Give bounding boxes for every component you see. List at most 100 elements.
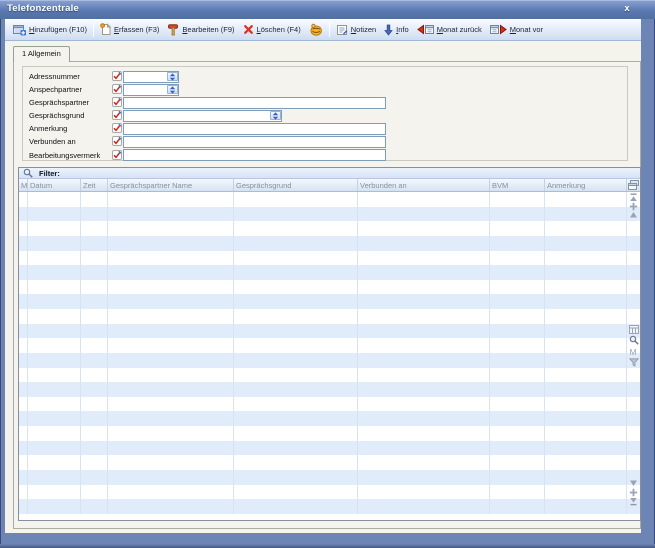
hammer-icon	[167, 23, 179, 36]
table-row[interactable]	[19, 265, 640, 280]
notes-icon	[336, 24, 348, 36]
column-divider	[489, 192, 490, 514]
goto-record-icon[interactable]: M	[628, 346, 639, 356]
table-row[interactable]	[19, 294, 640, 309]
tab-allgemein[interactable]: 1 Allgemein	[13, 46, 70, 62]
edit-check-icon[interactable]	[112, 97, 122, 107]
edit-check-icon[interactable]	[112, 71, 122, 81]
grid-header: MDatumZeitGesprächspartner NameGesprächs…	[19, 179, 640, 192]
spinner-button[interactable]	[167, 72, 178, 81]
spinner-button[interactable]	[270, 111, 281, 120]
field-label: Gesprächsgrund	[29, 111, 84, 120]
edit-check-icon[interactable]	[112, 84, 122, 94]
toolbar-button-hinzuf-gen-f10[interactable]: Hinzufügen (F10)	[9, 22, 91, 38]
table-row[interactable]	[19, 221, 640, 236]
grid-body	[19, 192, 640, 514]
table-row[interactable]	[19, 251, 640, 266]
toolbar: Hinzufügen (F10) Erfassen (F3) Bearbeiten …	[5, 19, 641, 41]
window-title: Telefonzentrale	[7, 3, 79, 14]
column-header-m[interactable]: M	[19, 179, 28, 191]
field-input-gespr-chsgrund[interactable]	[123, 110, 282, 122]
edit-check-icon[interactable]	[112, 136, 122, 146]
info-arrow-icon	[384, 24, 393, 36]
toolbar-button-notizen[interactable]: Notizen	[332, 22, 380, 38]
edit-check-icon[interactable]	[112, 150, 122, 160]
table-row[interactable]	[19, 207, 640, 222]
toolbar-button-label: Notizen	[351, 25, 376, 34]
table-row[interactable]	[19, 192, 640, 207]
toolbar-button-erfassen-f3[interactable]: Erfassen (F3)	[96, 21, 163, 38]
toolbar-button-info[interactable]: Info	[380, 22, 413, 38]
table-row[interactable]	[19, 397, 640, 412]
table-row[interactable]	[19, 324, 640, 339]
toolbar-button-label: Info	[396, 25, 409, 34]
toolbar-button-label: Hinzufügen (F10)	[29, 25, 87, 34]
table-row[interactable]	[19, 280, 640, 295]
month-forward-icon	[490, 24, 507, 35]
form-row-adressnummer: Adressnummer	[23, 70, 627, 83]
column-header-verbunden-an[interactable]: Verbunden an	[358, 179, 490, 191]
table-row[interactable]	[19, 441, 640, 456]
column-header-gespr-chspartner-name[interactable]: Gesprächspartner Name	[108, 179, 234, 191]
column-header-zeit[interactable]: Zeit	[81, 179, 108, 191]
search-icon[interactable]	[23, 168, 33, 178]
form-row-verbunden-an: Verbunden an	[23, 135, 627, 148]
title-bar: Telefonzentrale x	[0, 0, 655, 19]
table-row[interactable]	[19, 368, 640, 383]
close-button[interactable]: x	[620, 2, 634, 15]
table-row[interactable]	[19, 309, 640, 324]
field-value	[124, 111, 281, 113]
field-input-verbunden-an[interactable]	[123, 136, 386, 148]
field-input-gespr-chspartner[interactable]	[123, 97, 386, 109]
edit-check-icon[interactable]	[112, 123, 122, 133]
search-icon[interactable]	[628, 335, 639, 345]
column-divider	[357, 192, 358, 514]
toolbar-button-l-schen-f4[interactable]: Löschen (F4)	[239, 22, 305, 37]
form-panel: AdressnummerAnspechpartnerGesprächspartn…	[22, 66, 628, 161]
field-value	[124, 124, 385, 126]
field-input-adressnummer[interactable]	[123, 71, 179, 83]
table-row[interactable]	[19, 426, 640, 441]
column-header-gespr-chsgrund[interactable]: Gesprächsgrund	[234, 179, 358, 191]
scroll-bottom-icon[interactable]	[628, 496, 639, 506]
scroll-up-icon[interactable]	[628, 210, 639, 220]
filter-label: Filter:	[39, 169, 60, 178]
form-row-anmerkung: Anmerkung	[23, 122, 627, 135]
add-window-icon	[13, 24, 26, 36]
table-row[interactable]	[19, 382, 640, 397]
edit-check-icon[interactable]	[112, 110, 122, 120]
grid-panel: Filter: MDatumZeitGesprächspartner NameG…	[18, 167, 641, 521]
column-header-anmerkung[interactable]: Anmerkung	[545, 179, 627, 191]
form-row-gespr-chspartner: Gesprächspartner	[23, 96, 627, 109]
toolbar-button-bearbeiten-f9[interactable]: Bearbeiten (F9)	[163, 21, 238, 38]
column-chooser-icon[interactable]	[628, 180, 639, 190]
field-input-anmerkung[interactable]	[123, 123, 386, 135]
field-label: Adressnummer	[29, 72, 80, 81]
toolbar-button-mascot-icon[interactable]	[305, 21, 327, 38]
field-value	[124, 137, 385, 139]
column-header-bvm[interactable]: BVM	[490, 179, 545, 191]
filter-funnel-icon[interactable]	[628, 357, 639, 367]
grid-scroll-strip: M	[627, 179, 640, 519]
spinner-button[interactable]	[167, 85, 178, 94]
column-header-datum[interactable]: Datum	[28, 179, 81, 191]
new-page-icon	[100, 23, 111, 36]
toolbar-button-label: Erfassen (F3)	[114, 25, 159, 34]
table-row[interactable]	[19, 455, 640, 470]
table-row[interactable]	[19, 470, 640, 485]
view-grid-icon[interactable]	[628, 324, 639, 334]
table-row[interactable]	[19, 499, 640, 514]
field-label: Verbunden an	[29, 137, 76, 146]
field-input-bearbeitungsvermerk[interactable]	[123, 149, 386, 161]
field-input-anspechpartner[interactable]	[123, 84, 179, 96]
table-row[interactable]	[19, 236, 640, 251]
table-row[interactable]	[19, 485, 640, 500]
filter-bar: Filter:	[19, 168, 640, 179]
table-row[interactable]	[19, 338, 640, 353]
column-divider	[27, 192, 28, 514]
toolbar-button-monat-vor[interactable]: Monat vor	[486, 22, 547, 37]
table-row[interactable]	[19, 353, 640, 368]
form-row-bearbeitungsvermerk: Bearbeitungsvermerk	[23, 149, 627, 162]
table-row[interactable]	[19, 411, 640, 426]
toolbar-button-monat-zur-ck[interactable]: Monat zurück	[413, 22, 486, 37]
